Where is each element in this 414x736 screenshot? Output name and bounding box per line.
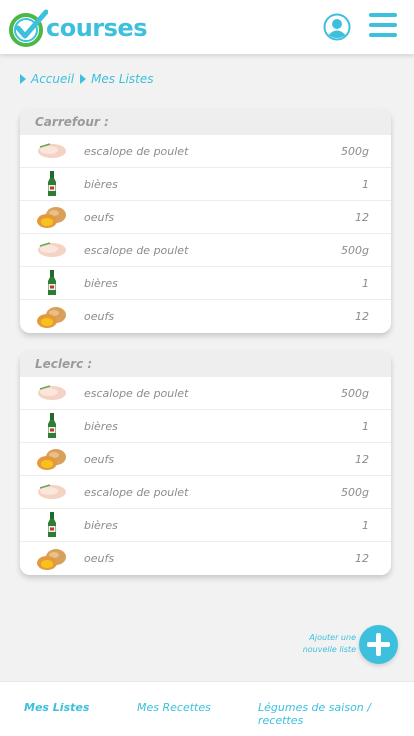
breadcrumb-home[interactable]: Accueil	[20, 72, 74, 86]
item-quantity: 500g	[341, 386, 369, 400]
item-quantity: 500g	[341, 144, 369, 158]
chicken-breast-icon	[20, 239, 84, 261]
hamburger-menu-icon	[369, 23, 397, 27]
add-list-label-line: nouvelle liste	[302, 645, 356, 654]
bottom-navigation: Mes Listes Mes Recettes Légumes de saiso…	[0, 681, 414, 736]
list-item[interactable]: oeufs 12	[20, 300, 391, 333]
chicken-breast-icon	[20, 481, 84, 503]
item-name: escalope de poulet	[84, 144, 189, 158]
list-item[interactable]: escalope de poulet 500g	[20, 234, 391, 267]
item-quantity: 1	[362, 177, 369, 191]
list-item[interactable]: escalope de poulet 500g	[20, 476, 391, 509]
eggs-icon	[20, 546, 84, 572]
list-item[interactable]: bières 1	[20, 267, 391, 300]
list-item[interactable]: oeufs 12	[20, 542, 391, 575]
add-list-label: Ajouter une nouvelle liste	[300, 632, 356, 656]
breadcrumb: Accueil Mes Listes	[20, 72, 159, 86]
chicken-breast-icon	[20, 382, 84, 404]
eggs-icon	[20, 304, 84, 330]
hamburger-menu-icon	[369, 13, 397, 17]
nav-tab-my-lists[interactable]: Mes Listes	[24, 701, 89, 714]
list-item[interactable]: oeufs 12	[20, 201, 391, 234]
chicken-breast-icon	[20, 140, 84, 162]
item-name: bières	[84, 518, 118, 532]
nav-tab-seasonal-vegetables[interactable]: Légumes de saison / recettes	[258, 701, 414, 727]
list-item[interactable]: bières 1	[20, 410, 391, 443]
hamburger-menu-icon	[369, 33, 397, 37]
item-name: bières	[84, 177, 118, 191]
list-title: Carrefour :	[20, 109, 391, 135]
caret-right-icon	[20, 74, 26, 84]
item-quantity: 1	[362, 276, 369, 290]
breadcrumb-label: Mes Listes	[91, 72, 154, 86]
add-list-label-line: Ajouter une	[309, 633, 356, 642]
shopping-list-card[interactable]: Leclerc : escalope de poulet 500g bières 1 o…	[20, 351, 391, 575]
item-quantity: 12	[355, 210, 369, 224]
eggs-icon	[20, 446, 84, 472]
item-name: oeufs	[84, 310, 115, 323]
item-name: escalope de poulet	[84, 386, 189, 400]
hamburger-menu-button[interactable]	[369, 13, 397, 41]
item-quantity: 12	[355, 552, 369, 565]
beer-bottle-icon	[20, 270, 84, 296]
item-name: escalope de poulet	[84, 243, 189, 257]
item-name: bières	[84, 419, 118, 433]
caret-right-icon	[80, 74, 87, 84]
eggs-icon	[20, 204, 84, 230]
item-name: escalope de poulet	[84, 485, 189, 499]
item-quantity: 12	[355, 452, 369, 466]
user-circle-icon	[323, 13, 351, 41]
item-quantity: 12	[355, 310, 369, 323]
list-item[interactable]: bières 1	[20, 168, 391, 201]
list-item[interactable]: escalope de poulet 500g	[20, 377, 391, 410]
beer-bottle-icon	[20, 171, 84, 197]
list-title: Leclerc :	[20, 351, 391, 377]
app-logo[interactable]: courses	[8, 8, 148, 48]
list-item[interactable]: bières 1	[20, 509, 391, 542]
breadcrumb-my-lists[interactable]: Mes Listes	[80, 72, 153, 86]
item-name: oeufs	[84, 210, 115, 224]
item-name: oeufs	[84, 552, 115, 565]
beer-bottle-icon	[20, 413, 84, 439]
check-circle-logo-icon	[9, 9, 48, 47]
shopping-list-card[interactable]: Carrefour : escalope de poulet 500g bières…	[20, 109, 391, 333]
item-quantity: 1	[362, 518, 369, 532]
item-name: bières	[84, 276, 118, 290]
list-item[interactable]: escalope de poulet 500g	[20, 135, 391, 168]
user-account-button[interactable]	[323, 13, 351, 41]
add-list-button[interactable]	[359, 625, 398, 664]
list-item[interactable]: oeufs 12	[20, 443, 391, 476]
nav-tab-my-recipes[interactable]: Mes Recettes	[137, 701, 211, 714]
item-name: oeufs	[84, 452, 115, 466]
beer-bottle-icon	[20, 512, 84, 538]
item-quantity: 500g	[341, 485, 369, 499]
item-quantity: 1	[362, 419, 369, 433]
item-quantity: 500g	[341, 243, 369, 257]
app-header: courses	[0, 0, 414, 54]
breadcrumb-label: Accueil	[31, 72, 75, 86]
logo-text: courses	[46, 14, 147, 42]
